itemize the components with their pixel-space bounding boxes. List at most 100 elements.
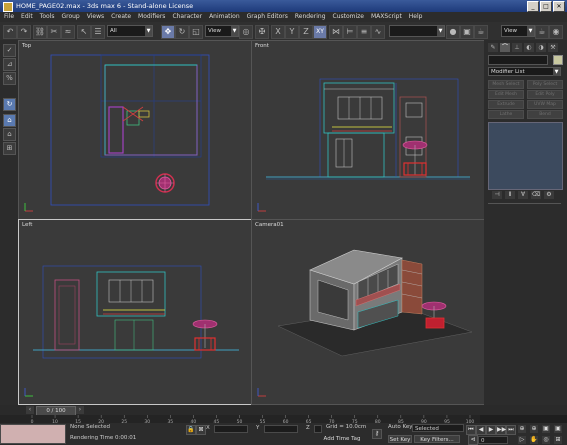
menu-group[interactable]: Group	[61, 12, 79, 22]
viewport-front[interactable]: Front	[251, 40, 485, 220]
modify-tab[interactable]: ⌒	[500, 43, 510, 52]
angle-snap-icon[interactable]: ⊿	[3, 58, 16, 71]
current-frame-field[interactable]: 0	[478, 436, 508, 444]
pan-icon[interactable]: ✋	[530, 436, 538, 444]
absolute-mode-icon[interactable]: ⊠	[196, 425, 206, 435]
hierarchy-tab[interactable]: ⊥	[512, 43, 522, 52]
align-icon[interactable]: ⊨	[343, 25, 357, 39]
menu-customize[interactable]: Customize	[333, 12, 365, 22]
reference-coordinate-dropdown[interactable]: View ▼	[205, 25, 239, 37]
render-type-dropdown[interactable]: View ▼	[501, 25, 535, 37]
quick-render-icon[interactable]: ☕	[474, 25, 488, 39]
modifier-button[interactable]: Poly Select	[527, 80, 563, 89]
render-scene-icon[interactable]: ▣	[460, 25, 474, 39]
render-last-icon[interactable]: ☕	[535, 25, 549, 39]
mirror-icon[interactable]: ⋈	[329, 25, 343, 39]
object-color-swatch[interactable]	[553, 55, 563, 65]
undo-icon[interactable]: ↶	[3, 25, 17, 39]
edit-named-selection-icon[interactable]: ⌂	[3, 114, 16, 127]
axis-z-button[interactable]: Z	[299, 25, 313, 39]
menu-help[interactable]: Help	[409, 12, 423, 22]
display-tab[interactable]: ◑	[536, 43, 546, 52]
maximize-button[interactable]: □	[540, 1, 552, 12]
axis-xy-button[interactable]: XY	[313, 25, 327, 39]
zoom-all-icon[interactable]: ⊕	[530, 425, 538, 433]
x-coord-field[interactable]	[214, 425, 248, 433]
configure-sets-icon[interactable]: ⚙	[544, 191, 554, 199]
spinner-snap-icon[interactable]: ↻	[3, 98, 16, 111]
snap-icon[interactable]: ✓	[3, 44, 16, 57]
menu-create[interactable]: Create	[111, 12, 131, 22]
menu-character[interactable]: Character	[172, 12, 202, 22]
maximize-viewport-icon[interactable]: ⊞	[554, 436, 562, 444]
prev-frame-arrow-icon[interactable]: ‹	[26, 406, 34, 414]
next-key-icon[interactable]: ▶▶	[496, 425, 506, 435]
axis-y-button[interactable]: Y	[285, 25, 299, 39]
remove-modifier-icon[interactable]: ⌫	[531, 191, 541, 199]
y-coord-field[interactable]	[264, 425, 298, 433]
menu-graph-editors[interactable]: Graph Editors	[247, 12, 288, 22]
viewport-top[interactable]: Top	[18, 40, 252, 220]
time-slider[interactable]: ‹ 0 / 100 ›	[0, 405, 567, 416]
menu-views[interactable]: Views	[87, 12, 104, 22]
layer-manager-icon[interactable]: ≡	[357, 25, 371, 39]
close-button[interactable]: ✕	[553, 1, 565, 12]
modifier-list-dropdown[interactable]: Modifier List ▼	[488, 67, 561, 76]
menu-modifiers[interactable]: Modifiers	[138, 12, 165, 22]
pin-stack-icon[interactable]: ⊣	[492, 191, 502, 199]
key-filters-button[interactable]: Key Filters...	[414, 435, 460, 443]
orbit-icon[interactable]: ◎	[542, 436, 550, 444]
goto-start-icon[interactable]: ⏮	[466, 425, 476, 435]
menu-tools[interactable]: Tools	[40, 12, 55, 22]
motion-tab[interactable]: ◐	[524, 43, 534, 52]
key-icon[interactable]: ⚷	[372, 429, 382, 439]
add-time-tag-button[interactable]: Add Time Tag	[322, 435, 362, 443]
viewport-camera[interactable]: Camera01	[251, 219, 485, 405]
modifier-stack[interactable]	[488, 122, 563, 190]
select-object-icon[interactable]: ↖	[77, 25, 91, 39]
manipulate-icon[interactable]: ✠	[255, 25, 269, 39]
key-mode-icon[interactable]: ⊲	[468, 435, 478, 445]
modifier-button[interactable]: UVW Map	[527, 100, 563, 109]
menu-rendering[interactable]: Rendering	[295, 12, 326, 22]
unlink-icon[interactable]: ✂	[47, 25, 61, 39]
menu-animation[interactable]: Animation	[209, 12, 240, 22]
lock-selection-icon[interactable]: 🔒	[186, 425, 196, 435]
goto-end-icon[interactable]: ⏭	[506, 425, 516, 435]
material-editor-icon[interactable]: ●	[446, 25, 460, 39]
modifier-button[interactable]: Extrude	[488, 100, 524, 109]
select-scale-icon[interactable]: ◱	[189, 25, 203, 39]
prev-key-icon[interactable]: ◀	[476, 425, 486, 435]
modifier-button[interactable]: Edit Poly	[527, 90, 563, 99]
select-rotate-icon[interactable]: ↻	[175, 25, 189, 39]
select-by-name-icon[interactable]: ☰	[91, 25, 105, 39]
play-icon[interactable]: ▶	[486, 425, 496, 435]
redo-icon[interactable]: ↷	[17, 25, 31, 39]
percent-snap-icon[interactable]: %	[3, 72, 16, 85]
field-of-view-icon[interactable]: ▷	[518, 436, 526, 444]
object-name-field[interactable]	[488, 55, 548, 65]
make-unique-icon[interactable]: ∀	[518, 191, 528, 199]
curve-editor-icon[interactable]: ∿	[371, 25, 385, 39]
modifier-button[interactable]: Edit Mesh	[488, 90, 524, 99]
zoom-extents-all-icon[interactable]: ▣	[554, 425, 562, 433]
minimize-button[interactable]: _	[527, 1, 539, 12]
set-key-button[interactable]: Set Key	[388, 435, 412, 443]
modifier-button[interactable]: Mesh Select	[488, 80, 524, 89]
bind-space-warp-icon[interactable]: ≈	[61, 25, 75, 39]
menu-maxscript[interactable]: MAXScript	[371, 12, 402, 22]
menu-file[interactable]: File	[4, 12, 14, 22]
array-tool-icon[interactable]: ⊞	[3, 142, 16, 155]
auto-key-selection-dropdown[interactable]: Selected	[412, 424, 464, 432]
mirror-tool-icon[interactable]: ⌂	[3, 128, 16, 141]
selection-filter-dropdown[interactable]: All ▼	[107, 25, 153, 37]
auto-key-label[interactable]: Auto Key	[388, 423, 413, 431]
activeshade-icon[interactable]: ◉	[549, 25, 563, 39]
axis-x-button[interactable]: X	[271, 25, 285, 39]
select-move-icon[interactable]: ✥	[161, 25, 175, 39]
modifier-button[interactable]: Bend	[527, 110, 563, 119]
create-tab[interactable]: ✎	[488, 43, 498, 52]
z-coord-field[interactable]	[314, 425, 322, 433]
show-end-result-icon[interactable]: Ⅱ	[505, 191, 515, 199]
track-bar[interactable]: 0 10 15 20 25 30 35 40 45 50 55 60 65 70 75 80 85 90 95 100	[0, 415, 480, 425]
